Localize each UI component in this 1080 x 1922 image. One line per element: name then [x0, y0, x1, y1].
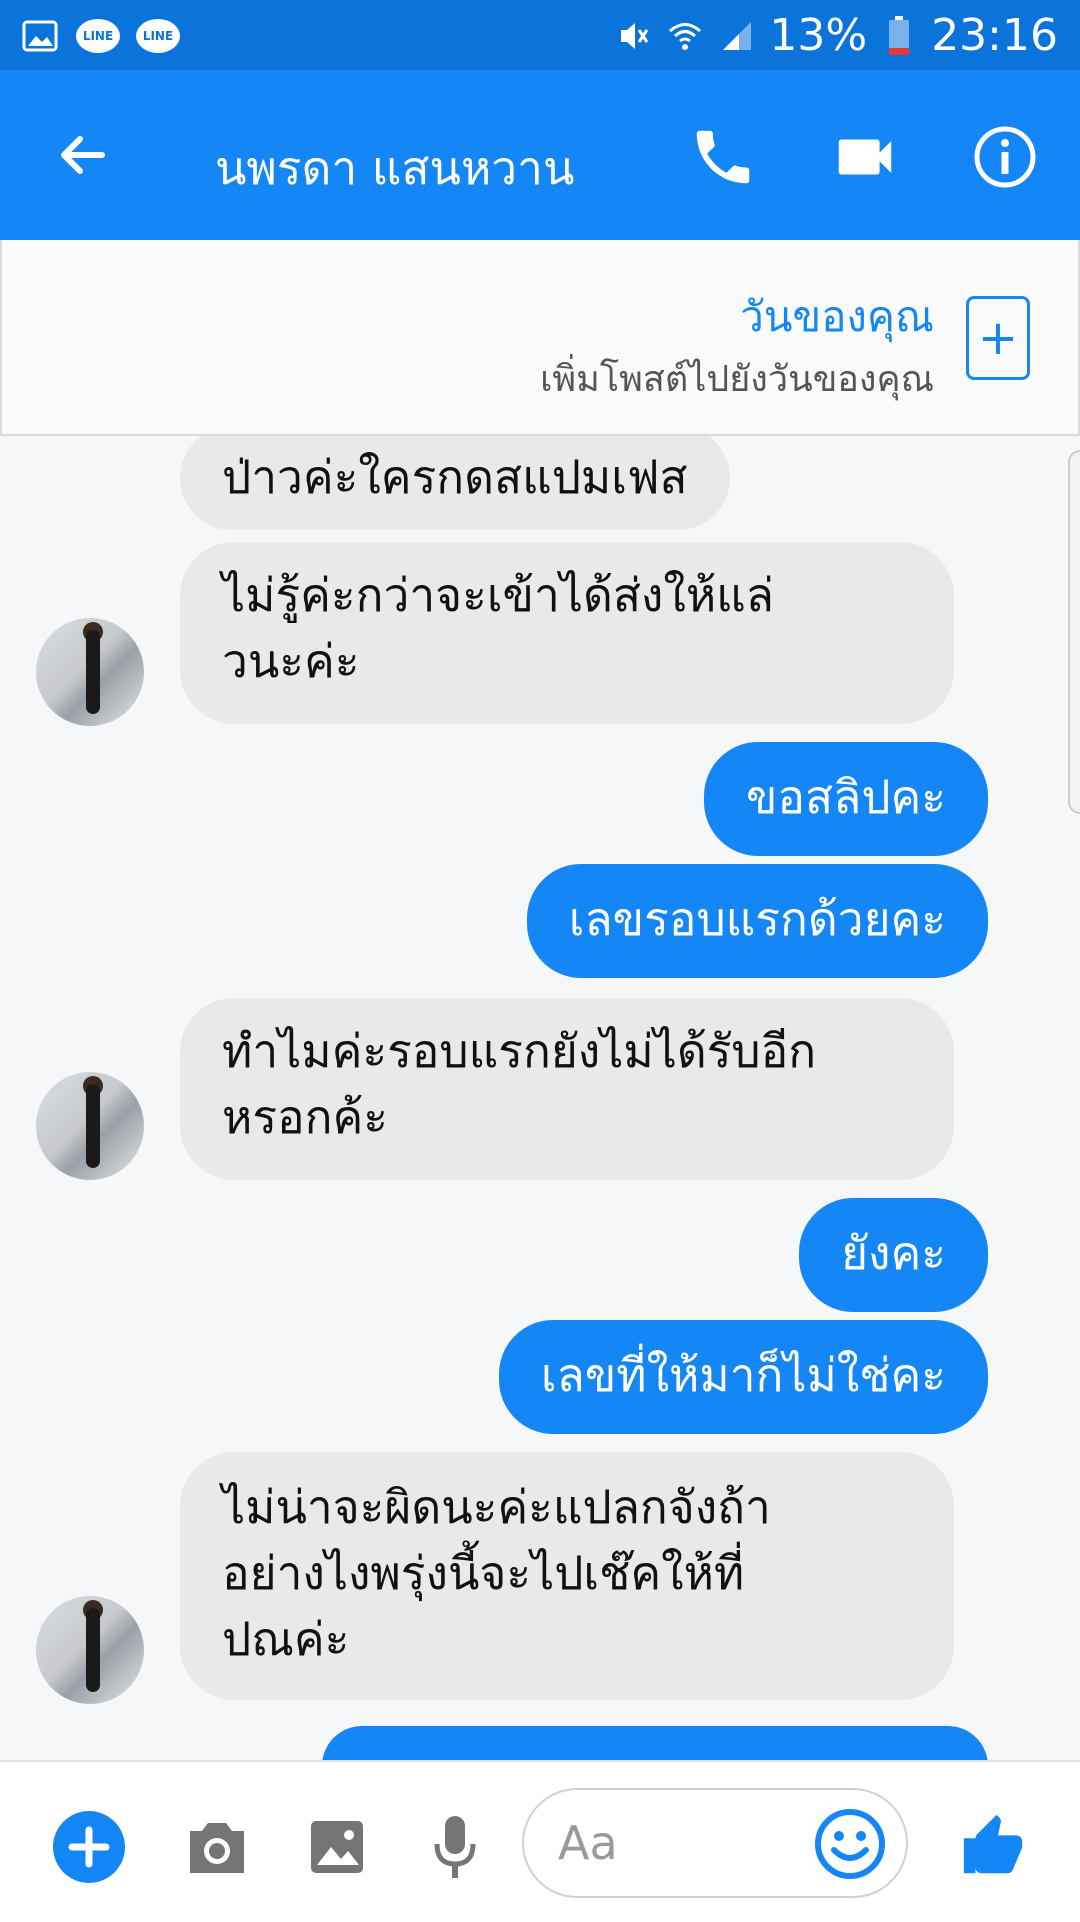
gallery-icon [20, 16, 60, 56]
wifi-icon [665, 16, 705, 56]
message-text: อย่างไงพรุ่งนี้จะไปเช๊คให้ที่ [222, 1546, 745, 1600]
clock: 23:16 [931, 10, 1058, 61]
message-text: ป่าวค่ะใครกดสแปมเฟส [222, 450, 688, 504]
your-day-title[interactable]: วันของคุณ [740, 284, 934, 350]
message-bubble-incoming[interactable]: ไม่น่าจะผิดนะค่ะแปลกจังถ้า อย่างไงพรุ่งน… [180, 1452, 954, 1700]
add-to-day-button[interactable]: + [966, 296, 1030, 380]
back-arrow-icon[interactable] [52, 125, 122, 185]
message-text: ทำไมค่ะรอบแรกยังไม่ได้รับอีก [222, 1024, 817, 1078]
image-icon[interactable] [300, 1810, 374, 1884]
message-text: เลขที่ให้มาก็ไม่ใช่คะ [540, 1348, 946, 1402]
message-text: ปณค่ะ [222, 1612, 350, 1666]
like-icon[interactable] [956, 1810, 1030, 1884]
mute-icon [613, 16, 653, 56]
line-icon: LINE [76, 19, 120, 53]
battery-icon [879, 15, 919, 56]
your-day-subtitle: เพิ่มโพสต์ไปยังวันของคุณ [540, 359, 934, 400]
message-input-placeholder: Aa [558, 1816, 618, 1870]
contact-avatar[interactable] [36, 1072, 144, 1180]
message-bubble-incoming[interactable]: ทำไมค่ะรอบแรกยังไม่ได้รับอีก หรอกค้ะ [180, 998, 954, 1180]
message-bubble-incoming[interactable]: ไม่รู้ค่ะกว่าจะเข้าได้ส่งให้แล่ วนะค่ะ [180, 542, 954, 724]
contact-name[interactable]: นพรดา แสนหวาน [215, 132, 574, 205]
message-text: ขอสลิปคะ [745, 770, 946, 824]
video-icon[interactable] [830, 122, 900, 192]
message-text: ยังคะ [841, 1226, 946, 1280]
message-bubble-outgoing[interactable]: เลขรอบแรกด้วยคะ [526, 864, 988, 978]
status-bar: LINE LINE 13% 23:16 [0, 0, 1080, 70]
message-bubble-outgoing[interactable]: ขอสลิปคะ [703, 742, 988, 856]
conversation-header: นพรดา แสนหวาน [0, 70, 1080, 240]
message-bubble-outgoing[interactable]: ยังคะ [799, 1198, 988, 1312]
message-composer: Aa [0, 1760, 1080, 1922]
message-input[interactable]: Aa [522, 1788, 908, 1898]
message-bubble-outgoing[interactable] [322, 1726, 988, 1760]
message-text: หรอกค้ะ [222, 1090, 388, 1144]
plus-icon: + [977, 310, 1019, 366]
contact-avatar[interactable] [36, 1596, 144, 1704]
camera-icon[interactable] [180, 1810, 254, 1884]
message-text: วนะค่ะ [222, 634, 360, 688]
message-text: ไม่น่าจะผิดนะค่ะแปลกจังถ้า [222, 1480, 771, 1534]
phone-icon[interactable] [688, 122, 758, 192]
info-icon[interactable] [970, 122, 1040, 192]
message-bubble-outgoing[interactable]: เลขที่ให้มาก็ไม่ใช่คะ [498, 1320, 988, 1434]
message-text: ไม่รู้ค่ะกว่าจะเข้าได้ส่งให้แล่ [222, 568, 774, 622]
signal-icon [717, 16, 757, 56]
message-text: เลขรอบแรกด้วยคะ [568, 892, 946, 946]
plus-icon[interactable] [52, 1810, 126, 1884]
your-day-panel[interactable]: วันของคุณ เพิ่มโพสต์ไปยังวันของคุณ + [0, 240, 1080, 436]
line-icon: LINE [136, 19, 180, 53]
mic-icon[interactable] [418, 1810, 492, 1884]
contact-avatar[interactable] [36, 618, 144, 726]
message-thread[interactable]: ป่าวค่ะใครกดสแปมเฟส ไม่รู้ค่ะกว่าจะเข้าไ… [0, 436, 1080, 1760]
scrollbar[interactable] [1068, 450, 1080, 814]
battery-percent: 13% [769, 10, 868, 61]
message-bubble-incoming[interactable]: ป่าวค่ะใครกดสแปมเฟส [180, 436, 730, 530]
emoji-icon[interactable] [812, 1806, 888, 1882]
